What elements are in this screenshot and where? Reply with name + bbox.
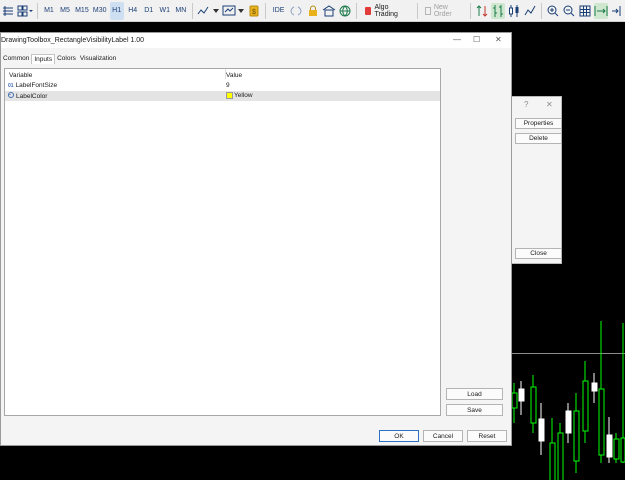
market-icon[interactable]	[322, 3, 336, 19]
timeframe-mn-button[interactable]: MN	[174, 2, 188, 20]
new-order-button[interactable]: New Order	[422, 2, 466, 20]
coin-icon[interactable]: $	[247, 3, 261, 19]
toolbar-separator	[191, 2, 193, 19]
variable-cell: LabelColor	[8, 92, 47, 100]
timeframe-h4-button[interactable]: H4	[126, 2, 140, 20]
trade-arrows-icon[interactable]	[475, 3, 489, 19]
algo-trading-button[interactable]: Algo Trading	[361, 2, 413, 20]
timeframe-m15-button[interactable]: M15	[74, 2, 90, 20]
timeframe-m1-button[interactable]: M1	[42, 2, 56, 20]
table-row[interactable]: LabelColor Yellow	[5, 91, 440, 101]
column-header-variable[interactable]: Variable	[9, 72, 32, 79]
value-cell[interactable]: 9	[226, 82, 230, 89]
load-button[interactable]: Load	[446, 388, 503, 400]
close-button[interactable]: Close	[515, 248, 562, 259]
variable-name: LabelFontSize	[15, 82, 58, 89]
grid-icon[interactable]	[578, 3, 592, 19]
tab-common[interactable]: Common	[1, 54, 31, 64]
ide-label: IDE	[272, 7, 285, 14]
lock-icon[interactable]	[305, 3, 319, 19]
table-header: Variable Value	[5, 69, 440, 79]
chart-style-icon[interactable]	[1, 3, 15, 19]
objects-menu-icon[interactable]	[17, 3, 34, 19]
main-toolbar: M1 M5 M15 M30 H1 H4 D1 W1 MN $ IDE Algo …	[0, 0, 625, 22]
palette-icon	[8, 92, 14, 100]
variable-cell: 01 LabelFontSize	[8, 82, 57, 89]
inputs-table: Variable Value 01 LabelFontSize 9 LabelC…	[4, 68, 441, 416]
svg-text:$: $	[252, 9, 256, 16]
chart-shift-icon[interactable]	[610, 3, 624, 19]
color-swatch	[226, 92, 233, 99]
properties-button[interactable]: Properties	[515, 118, 562, 129]
timeframe-w1-button[interactable]: W1	[158, 2, 172, 20]
timeframe-h1-button[interactable]: H1	[109, 1, 124, 20]
ok-button[interactable]: OK	[379, 430, 419, 442]
indicator-properties-dialog: DrawingToolbox_RectangleVisibilityLabel …	[0, 32, 512, 446]
auto-scroll-icon[interactable]	[594, 2, 609, 19]
value-text: Yellow	[234, 92, 253, 99]
tab-colors[interactable]: Colors	[55, 54, 78, 64]
dialog-tabs: Common Inputs Colors Visualization	[1, 54, 118, 64]
cancel-button[interactable]: Cancel	[423, 430, 463, 442]
help-icon[interactable]: ?	[524, 100, 528, 109]
algo-trading-label: Algo Trading	[374, 3, 398, 18]
column-header-value[interactable]: Value	[226, 72, 242, 79]
object-list-dialog: ? ✕ Properties Delete Close	[505, 96, 562, 264]
tab-inputs[interactable]: Inputs	[31, 54, 56, 64]
toolbar-separator	[541, 2, 542, 19]
bar-chart-icon[interactable]	[490, 2, 505, 19]
reset-button[interactable]: Reset	[467, 430, 507, 442]
variable-name: LabelColor	[16, 92, 48, 100]
toolbar-separator	[37, 2, 38, 19]
globe-icon[interactable]	[338, 3, 352, 19]
new-order-label: New Order	[433, 3, 452, 18]
maximize-icon[interactable]: ☐	[473, 35, 480, 44]
integer-type-icon: 01	[8, 82, 14, 89]
timeframe-m30-button[interactable]: M30	[92, 2, 108, 20]
zoom-out-icon[interactable]	[562, 3, 576, 19]
toolbar-separator	[469, 2, 471, 19]
signal-icon[interactable]	[289, 3, 303, 19]
minimize-icon[interactable]: —	[453, 35, 461, 44]
dialog-title: DrawingToolbox_RectangleVisibilityLabel …	[1, 37, 145, 44]
candlestick-icon[interactable]	[507, 3, 521, 19]
zoom-in-icon[interactable]	[546, 3, 560, 19]
save-button[interactable]: Save	[446, 404, 503, 416]
tab-visualization[interactable]: Visualization	[78, 54, 118, 64]
chevron-down-icon[interactable]	[213, 3, 220, 19]
close-icon[interactable]: ✕	[495, 35, 502, 44]
timeframe-d1-button[interactable]: D1	[142, 2, 156, 20]
new-order-icon	[424, 6, 431, 15]
close-icon[interactable]: ✕	[546, 100, 553, 109]
ide-button[interactable]: IDE	[270, 2, 288, 20]
toolbar-separator	[355, 2, 357, 19]
indicator-line-icon[interactable]	[197, 3, 211, 19]
value-cell[interactable]: Yellow	[226, 92, 253, 99]
toolbar-separator	[264, 2, 266, 19]
templates-icon[interactable]	[222, 3, 236, 19]
chevron-down-icon[interactable]	[238, 3, 245, 19]
toolbar-separator	[416, 2, 418, 19]
value-text: 9	[226, 82, 230, 89]
timeframe-m5-button[interactable]: M5	[58, 2, 72, 20]
dialog-titlebar[interactable]: DrawingToolbox_RectangleVisibilityLabel …	[1, 33, 511, 48]
line-chart-icon[interactable]	[523, 3, 537, 19]
delete-button[interactable]: Delete	[515, 133, 562, 144]
table-row[interactable]: 01 LabelFontSize 9	[5, 81, 440, 91]
algo-trading-icon	[364, 6, 372, 15]
